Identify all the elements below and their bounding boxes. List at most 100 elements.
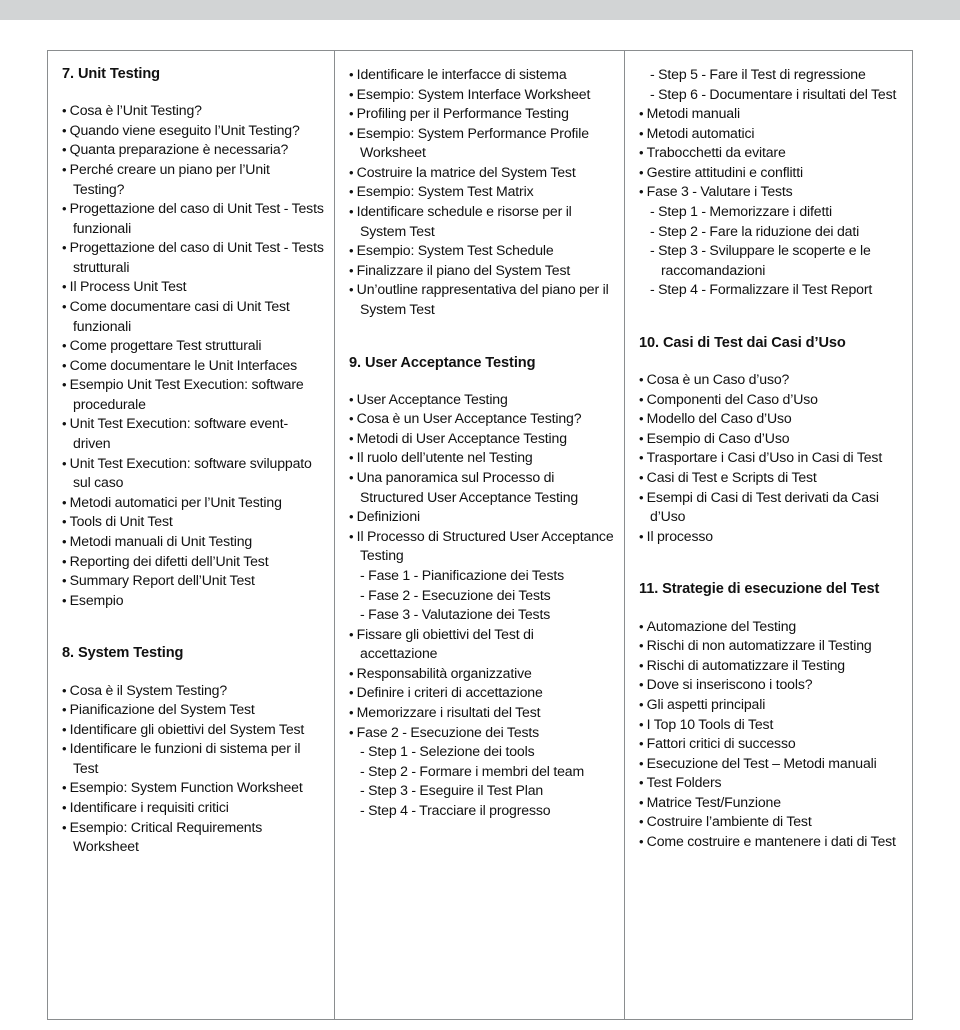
section-number: 9.	[349, 354, 361, 371]
toc-item: Finalizzare il piano del System Test	[349, 261, 614, 281]
page-top-band	[0, 0, 960, 20]
section-title: Strategie di esecuzione del Test	[662, 581, 880, 598]
section-title: Unit Testing	[77, 66, 160, 82]
toc-item: Trabocchetti da evitare	[639, 143, 902, 163]
toc-item: Tools di Unit Test	[62, 512, 324, 532]
toc-item: Profiling per il Performance Testing	[349, 104, 614, 124]
toc-subitem: - Fase 2 - Esecuzione dei Tests	[360, 586, 551, 603]
section-heading: 9. User Acceptance Testing	[349, 354, 614, 372]
toc-item: Reporting dei difetti dell’Unit Test	[62, 552, 324, 572]
toc-item: Il Process Unit Test	[62, 277, 324, 297]
toc-item: Componenti del Caso d’Uso	[639, 390, 902, 410]
toc-item: Esempio: System Test Matrix	[349, 182, 614, 202]
toc-item: Identificare gli obiettivi del System Te…	[62, 720, 324, 740]
toc-item: Identificare i requisiti critici	[62, 798, 324, 818]
section-heading: 7. Unit Testing	[62, 65, 324, 83]
toc-item: Costruire la matrice del System Test	[349, 163, 614, 183]
toc-item: Fissare gli obiettivi del Test di accett…	[349, 625, 614, 664]
toc-item: Responsabilità organizzative	[349, 664, 614, 684]
section-number: 11.	[639, 581, 659, 598]
toc-item: Automazione del Testing	[639, 617, 902, 637]
toc-item: Esecuzione del Test – Metodi manuali	[639, 754, 902, 774]
section-title: Casi di Test dai Casi d’Uso	[662, 334, 846, 351]
toc-item: Quanta preparazione è necessaria?	[62, 140, 324, 160]
toc-item: Esempio: System Interface Worksheet	[349, 85, 614, 105]
toc-item: Metodi di User Acceptance Testing	[349, 429, 614, 449]
toc-item: Test Folders	[639, 773, 902, 793]
toc-column-1: 7. Unit TestingCosa è l’Unit Testing?Qua…	[48, 51, 335, 1019]
toc-item: Rischi di automatizzare il Testing	[639, 656, 902, 676]
toc-list: Cosa è il System Testing?Pianificazione …	[62, 681, 324, 857]
toc-list: User Acceptance TestingCosa è un User Ac…	[349, 390, 614, 821]
toc-item: Trasportare i Casi d’Uso in Casi di Test	[639, 448, 902, 468]
toc-item: User Acceptance Testing	[349, 390, 614, 410]
toc-item: Memorizzare i risultati del Test	[349, 703, 614, 723]
toc-item: Il ruolo dell’utente nel Testing	[349, 448, 614, 468]
toc-item: Esempi di Casi di Test derivati da Casi …	[639, 488, 902, 527]
toc-item: Metodi manuali	[639, 104, 902, 124]
toc-item: Esempio di Caso d’Uso	[639, 429, 902, 449]
toc-item: Cosa è l’Unit Testing?	[62, 101, 324, 121]
toc-item: Matrice Test/Funzione	[639, 793, 902, 813]
toc-item: Esempio: System Function Worksheet	[62, 778, 324, 798]
toc-item: Summary Report dell’Unit Test	[62, 571, 324, 591]
toc-item: Fattori critici di successo	[639, 734, 902, 754]
toc-item: Gestire attitudini e conflitti	[639, 163, 902, 183]
toc-item: Esempio: System Performance Profile Work…	[349, 124, 614, 163]
toc-item: Unit Test Execution: software event-driv…	[62, 414, 324, 453]
toc-item: Definizioni	[349, 507, 614, 527]
toc-item: Come documentare le Unit Interfaces	[62, 356, 324, 376]
toc-item: Modello del Caso d’Uso	[639, 409, 902, 429]
toc-column-2: Identificare le interfacce di sistemaEse…	[335, 51, 625, 1019]
toc-subitem: - Step 2 - Fare la riduzione dei dati	[650, 222, 860, 239]
section-heading: 11. Strategie di esecuzione del Test	[639, 580, 902, 598]
toc-item: Unit Test Execution: software sviluppato…	[62, 454, 324, 493]
section-title: User Acceptance Testing	[364, 354, 536, 371]
section-heading: 8. System Testing	[62, 644, 324, 662]
toc-subitem: - Step 4 - Formalizzare il Test Report	[650, 281, 873, 298]
table-of-contents-table: 7. Unit TestingCosa è l’Unit Testing?Qua…	[47, 50, 913, 1020]
toc-item: Progettazione del caso di Unit Test - Te…	[62, 238, 324, 277]
toc-item: Gli aspetti principali	[639, 695, 902, 715]
toc-subitem: - Fase 3 - Valutazione dei Tests	[360, 606, 551, 623]
toc-item: I Top 10 Tools di Test	[639, 715, 902, 735]
toc-subitem: - Step 6 - Documentare i risultati del T…	[650, 85, 897, 102]
toc-subitem: - Step 3 - Eseguire il Test Plan	[360, 782, 544, 799]
toc-item: Metodi automatici per l’Unit Testing	[62, 493, 324, 513]
toc-column-3: - Step 5 - Fare il Test di regressione - …	[625, 51, 912, 1019]
toc-item: Pianificazione del System Test	[62, 700, 324, 720]
toc-item: Come costruire e mantenere i dati di Tes…	[639, 832, 902, 852]
toc-list: Cosa è un Caso d’uso?Componenti del Caso…	[639, 370, 902, 546]
toc-item: Progettazione del caso di Unit Test - Te…	[62, 199, 324, 238]
section-heading: 10. Casi di Test dai Casi d’Uso	[639, 334, 902, 352]
toc-item: Cosa è un User Acceptance Testing?	[349, 409, 614, 429]
toc-item: Definire i criteri di accettazione	[349, 683, 614, 703]
toc-item: Costruire l’ambiente di Test	[639, 812, 902, 832]
toc-subitem: - Step 4 - Tracciare il progresso	[360, 801, 551, 818]
toc-item: Casi di Test e Scripts di Test	[639, 468, 902, 488]
toc-item: Come progettare Test strutturali	[62, 336, 324, 356]
toc-list: Cosa è l’Unit Testing?Quando viene esegu…	[62, 101, 324, 610]
toc-item: Il processo	[639, 527, 902, 547]
toc-subitem: - Fase 1 - Pianificazione dei Tests	[360, 566, 565, 583]
toc-item: Identificare le interfacce di sistema	[349, 65, 614, 85]
toc-item: Una panoramica sul Processo di Structure…	[349, 468, 614, 507]
toc-list: Identificare le interfacce di sistemaEse…	[349, 65, 614, 320]
toc-subitem: - Step 2 - Formare i membri del team	[360, 762, 585, 779]
toc-item: Un’outline rappresentativa del piano per…	[349, 280, 614, 319]
toc-item: Identificare schedule e risorse per il S…	[349, 202, 614, 241]
toc-subitem: - Step 5 - Fare il Test di regressione	[650, 66, 866, 82]
toc-item: Esempio Unit Test Execution: software pr…	[62, 375, 324, 414]
toc-item: Fase 3 - Valutare i Tests	[639, 182, 902, 202]
toc-item: Il Processo di Structured User Acceptanc…	[349, 527, 614, 566]
toc-item: Metodi manuali di Unit Testing	[62, 532, 324, 552]
toc-item: Identificare le funzioni di sistema per …	[62, 739, 324, 778]
toc-subitem: - Step 1 - Memorizzare i difetti	[650, 203, 832, 220]
toc-item: Fase 2 - Esecuzione dei Tests	[349, 723, 614, 743]
toc-item: Quando viene eseguito l’Unit Testing?	[62, 121, 324, 141]
section-number: 7.	[62, 66, 74, 82]
toc-subitem: - Step 3 - Sviluppare le scoperte e le r…	[650, 242, 871, 278]
toc-item: Rischi di non automatizzare il Testing	[639, 636, 902, 656]
toc-list: - Step 5 - Fare il Test di regressione - …	[639, 65, 902, 300]
section-number: 8.	[62, 645, 74, 662]
